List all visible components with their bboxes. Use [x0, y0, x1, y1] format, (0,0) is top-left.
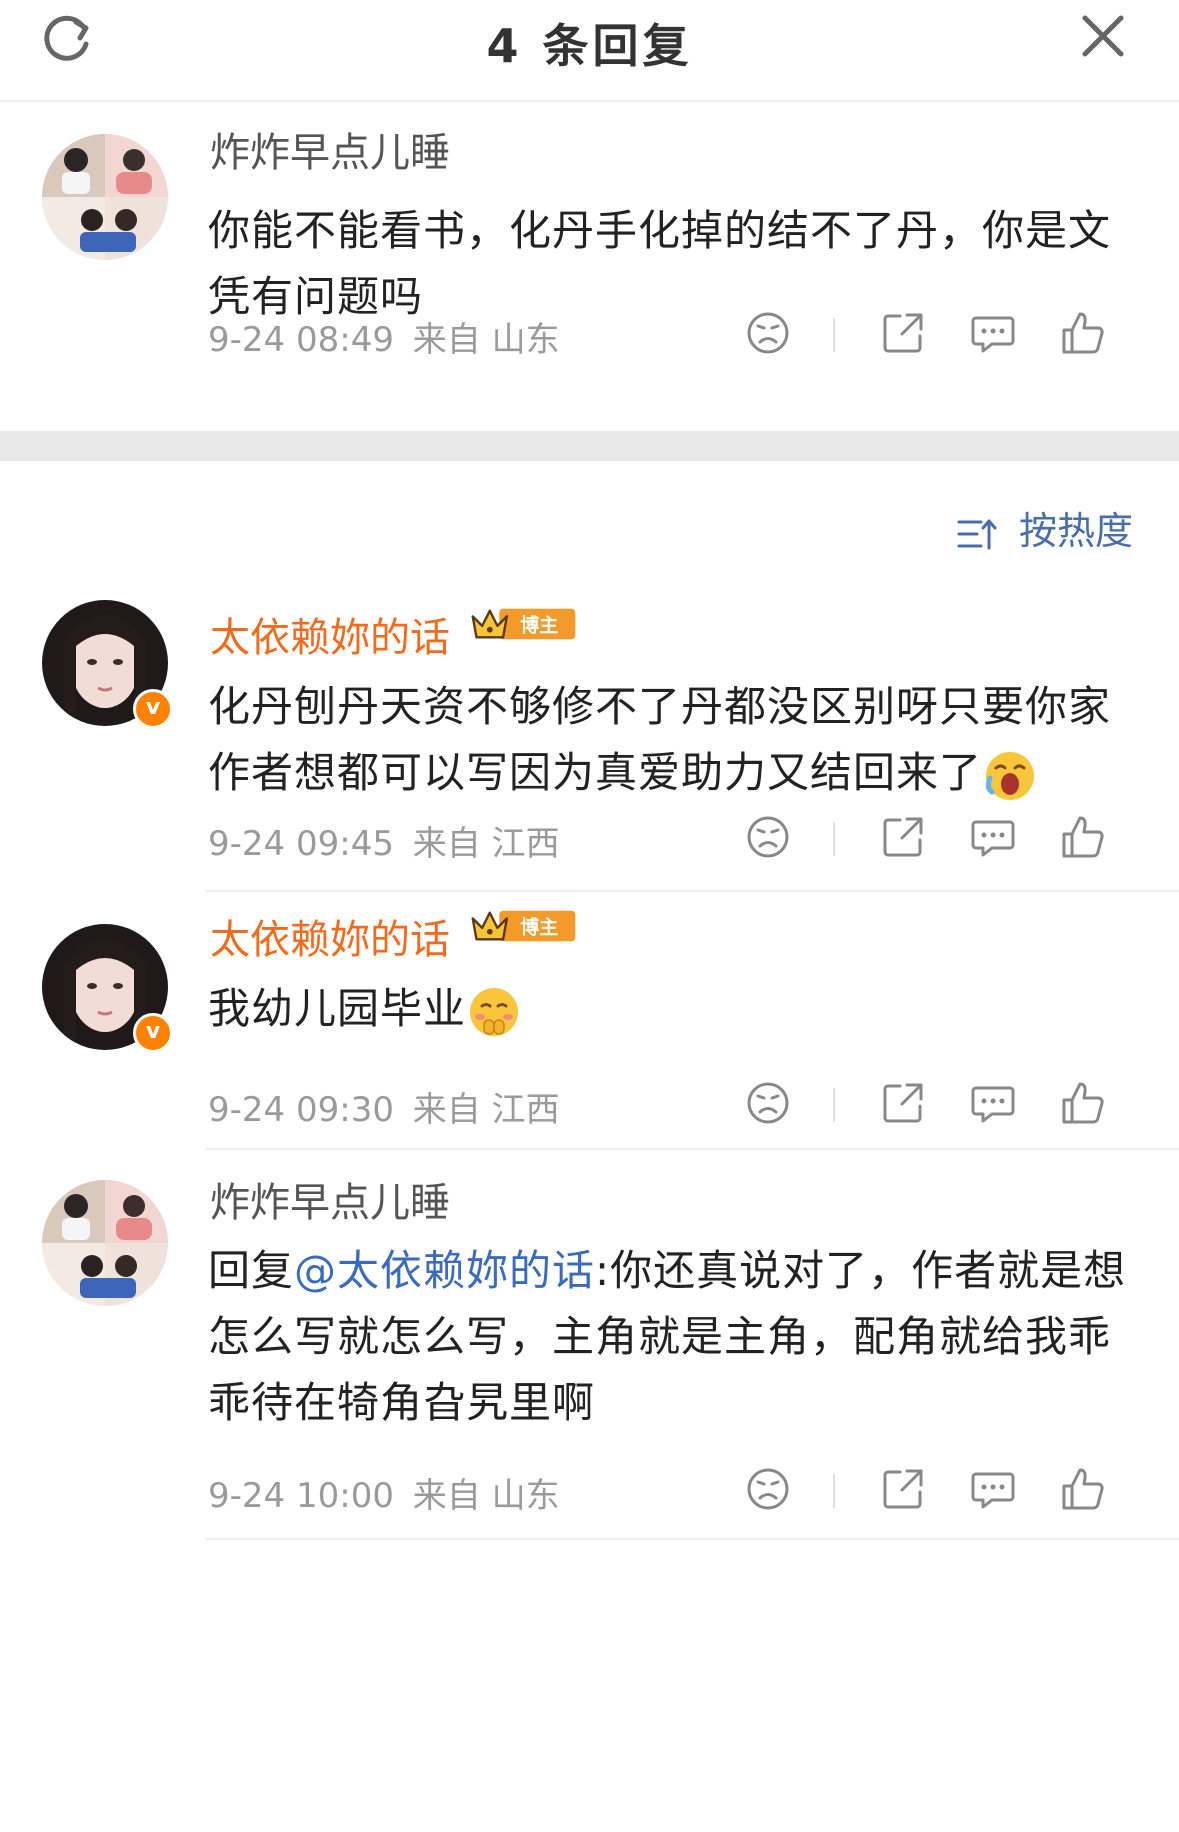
avatar[interactable]: [42, 134, 168, 260]
sort-toggle[interactable]: 按热度: [957, 500, 1133, 555]
dislike-face-icon[interactable]: [745, 1080, 791, 1126]
section-divider: [0, 431, 1179, 461]
shy-face-emoji-icon: [470, 987, 519, 1036]
sort-icon: [957, 519, 997, 549]
comment-icon[interactable]: [970, 814, 1016, 860]
sort-label: 按热度: [1018, 509, 1133, 553]
comment-location: 来自 江西: [412, 824, 560, 864]
comment-icon[interactable]: [970, 1466, 1016, 1512]
comment-text-body: 我幼儿园毕业: [208, 984, 467, 1033]
comment-time: 9-24 09:45: [208, 824, 394, 864]
verified-badge-icon: v: [133, 1013, 173, 1053]
share-icon[interactable]: [880, 814, 926, 860]
comment-icon[interactable]: [970, 1080, 1016, 1126]
action-bar: [745, 1466, 1145, 1516]
avatar[interactable]: [42, 1180, 168, 1306]
share-icon[interactable]: [880, 310, 926, 356]
comment-text: 化丹刨丹天资不够修不了丹都没区别呀只要你家作者想都可以写因为真爱助力又结回来了: [208, 674, 1128, 806]
like-thumb-icon[interactable]: [1060, 1466, 1106, 1512]
blogger-badge: 博主: [471, 910, 576, 942]
close-icon[interactable]: [1079, 12, 1127, 60]
like-thumb-icon[interactable]: [1060, 310, 1106, 356]
reply-prefix: 回复: [208, 1246, 295, 1295]
action-separator: [833, 1474, 835, 1508]
dislike-face-icon[interactable]: [745, 310, 791, 356]
comment-time: 9-24 10:00: [208, 1476, 394, 1516]
verified-badge-icon: v: [133, 689, 173, 729]
action-separator: [833, 318, 835, 352]
action-bar: [745, 310, 1145, 360]
comment-meta: 9-24 10:00 来自 山东: [208, 1468, 560, 1517]
comment-time: 9-24 09:30: [208, 1090, 394, 1130]
page-title: 4 条回复: [486, 19, 693, 73]
blogger-badge: 博主: [471, 608, 576, 640]
reply-item: 炸炸早点儿睡 回复@太依赖妳的话:你还真说对了，作者就是想怎么写就怎么写，主角就…: [0, 1150, 1179, 1540]
badge-label: 博主: [520, 916, 558, 939]
root-comment: 炸炸早点儿睡 你能不能看书，化丹手化掉的结不了丹，你是文凭有问题吗 9-24 0…: [0, 100, 1179, 431]
share-icon[interactable]: [880, 1466, 926, 1512]
comment-meta: 9-24 09:30 来自 江西: [208, 1082, 560, 1131]
share-icon[interactable]: [880, 1080, 926, 1126]
dislike-face-icon[interactable]: [745, 1466, 791, 1512]
comment-time: 9-24 08:49: [208, 320, 394, 360]
comment-meta: 9-24 09:45 来自 江西: [208, 816, 560, 865]
header-bar: 4 条回复: [0, 0, 1179, 102]
action-bar: [745, 814, 1145, 864]
comment-location: 来自 山东: [412, 1476, 560, 1516]
username[interactable]: 炸炸早点儿睡: [210, 1170, 450, 1228]
like-thumb-icon[interactable]: [1060, 1080, 1106, 1126]
comment-text-body: 化丹刨丹天资不够修不了丹都没区别呀只要你家作者想都可以写因为真爱助力又结回来了: [208, 682, 1112, 797]
comment-text: 我幼儿园毕业: [208, 976, 1128, 1042]
reply-item: v 太依赖妳的话 博主 我幼儿园毕业 9-24 09:30 来自 江西: [0, 892, 1179, 1150]
comment-location: 来自 山东: [412, 320, 560, 360]
badge-label: 博主: [520, 614, 558, 637]
comment-icon[interactable]: [970, 310, 1016, 356]
mention-link[interactable]: @太依赖妳的话: [294, 1246, 595, 1295]
action-bar: [745, 1080, 1145, 1130]
username[interactable]: 太依赖妳的话: [210, 605, 450, 663]
dislike-face-icon[interactable]: [745, 814, 791, 860]
action-separator: [833, 822, 835, 856]
like-thumb-icon[interactable]: [1060, 814, 1106, 860]
username[interactable]: 炸炸早点儿睡: [210, 120, 450, 178]
comment-text: 回复@太依赖妳的话:你还真说对了，作者就是想怎么写就怎么写，主角就是主角，配角就…: [208, 1238, 1128, 1436]
action-separator: [833, 1088, 835, 1122]
crying-face-emoji-icon: [985, 751, 1035, 800]
comment-meta: 9-24 08:49 来自 山东: [208, 312, 560, 361]
reply-item: v 太依赖妳的话 博主 化丹刨丹天资不够修不了丹都没区别呀只要你家作者想都可以写…: [0, 590, 1179, 892]
comment-location: 来自 江西: [412, 1090, 560, 1130]
username[interactable]: 太依赖妳的话: [210, 907, 450, 965]
row-divider: [206, 1538, 1179, 1540]
